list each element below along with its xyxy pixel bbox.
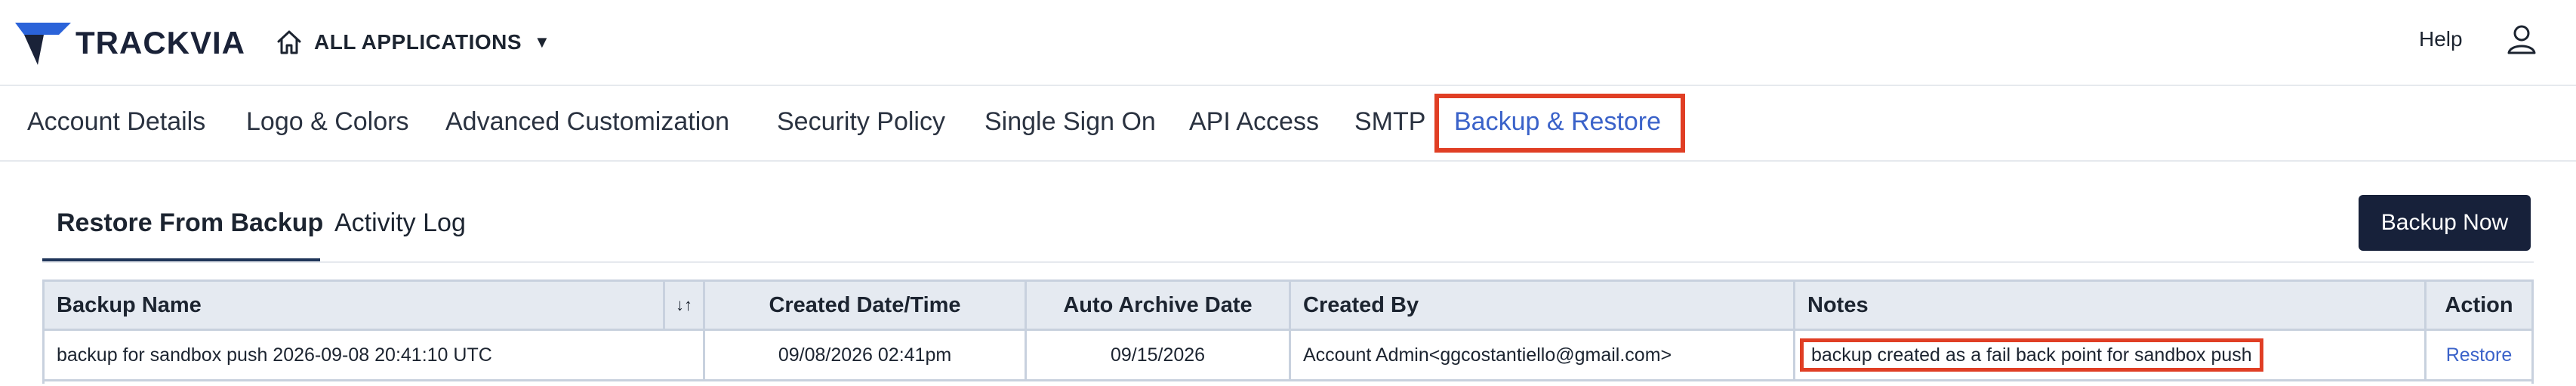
table-row[interactable]: backup for sandbox push 2026-09-08 20:41… xyxy=(45,331,2531,381)
tab-logo-colors[interactable]: Logo & Colors xyxy=(246,107,408,137)
column-header-label: Notes xyxy=(1807,292,1869,317)
column-header-action: Action xyxy=(2427,282,2531,329)
tab-api-access[interactable]: API Access xyxy=(1189,107,1319,137)
created-by-cell: Account Admin<ggcostantiello@gmail.com> xyxy=(1291,331,1795,379)
column-header-label: Created By xyxy=(1303,292,1419,317)
highlight-box xyxy=(1434,94,1685,153)
chevron-down-icon: ▼ xyxy=(534,32,550,51)
tab-smtp[interactable]: SMTP xyxy=(1354,107,1425,137)
notes-cell: backup created as a fail back point for … xyxy=(1795,331,2427,379)
column-header-notes[interactable]: Notes xyxy=(1795,282,2427,329)
column-header-created-date[interactable]: Created Date/Time xyxy=(705,282,1027,329)
all-applications-menu[interactable]: ALL APPLICATIONS ▼ xyxy=(275,23,550,62)
trackvia-logo-icon xyxy=(15,23,71,65)
tab-security-policy[interactable]: Security Policy xyxy=(777,107,945,137)
backup-now-button[interactable]: Backup Now xyxy=(2359,195,2531,251)
column-header-label: Auto Archive Date xyxy=(1063,292,1253,317)
help-link[interactable]: Help xyxy=(2419,27,2463,51)
column-header-label: Created Date/Time xyxy=(769,292,961,317)
top-bar: TRACKVIA ALL APPLICATIONS ▼ Help xyxy=(0,0,2576,86)
table-header: Backup Name ↓↑ Created Date/Time Auto Ar… xyxy=(45,282,2531,331)
sort-button[interactable]: ↓↑ xyxy=(665,282,705,329)
table-row-partial xyxy=(45,381,2531,386)
column-header-label: Action xyxy=(2445,292,2513,317)
column-header-backup-name[interactable]: Backup Name xyxy=(45,282,665,329)
auto-archive-date-cell: 09/15/2026 xyxy=(1027,331,1291,379)
tab-restore-from-backup[interactable]: Restore From Backup xyxy=(57,208,323,238)
tab-advanced-customization[interactable]: Advanced Customization xyxy=(445,107,729,137)
brand-name: TRACKVIA xyxy=(75,25,245,60)
column-header-auto-archive-date[interactable]: Auto Archive Date xyxy=(1027,282,1291,329)
settings-tabs: Account Details Logo & Colors Advanced C… xyxy=(0,85,2576,162)
backups-table: Backup Name ↓↑ Created Date/Time Auto Ar… xyxy=(42,279,2534,384)
active-tab-underline xyxy=(42,258,320,261)
trackvia-logo[interactable]: TRACKVIA xyxy=(14,18,245,68)
sub-tabs: Restore From Backup Activity Log xyxy=(42,189,2534,263)
tab-activity-log[interactable]: Activity Log xyxy=(334,208,466,238)
tab-single-sign-on[interactable]: Single Sign On xyxy=(984,107,1156,137)
restore-link[interactable]: Restore xyxy=(2446,344,2513,366)
backup-name-cell: backup for sandbox push 2026-09-08 20:41… xyxy=(45,331,705,379)
column-header-created-by[interactable]: Created By xyxy=(1291,282,1795,329)
created-date-cell: 09/08/2026 02:41pm xyxy=(705,331,1027,379)
tab-account-details[interactable]: Account Details xyxy=(27,107,205,137)
action-cell: Restore xyxy=(2427,331,2531,379)
all-applications-label: ALL APPLICATIONS xyxy=(314,30,522,54)
column-header-label: Backup Name xyxy=(57,292,202,317)
user-icon[interactable] xyxy=(2505,23,2538,56)
notes-text: backup created as a fail back point for … xyxy=(1800,338,2263,372)
sort-icon: ↓↑ xyxy=(676,295,692,314)
home-icon xyxy=(275,28,304,57)
